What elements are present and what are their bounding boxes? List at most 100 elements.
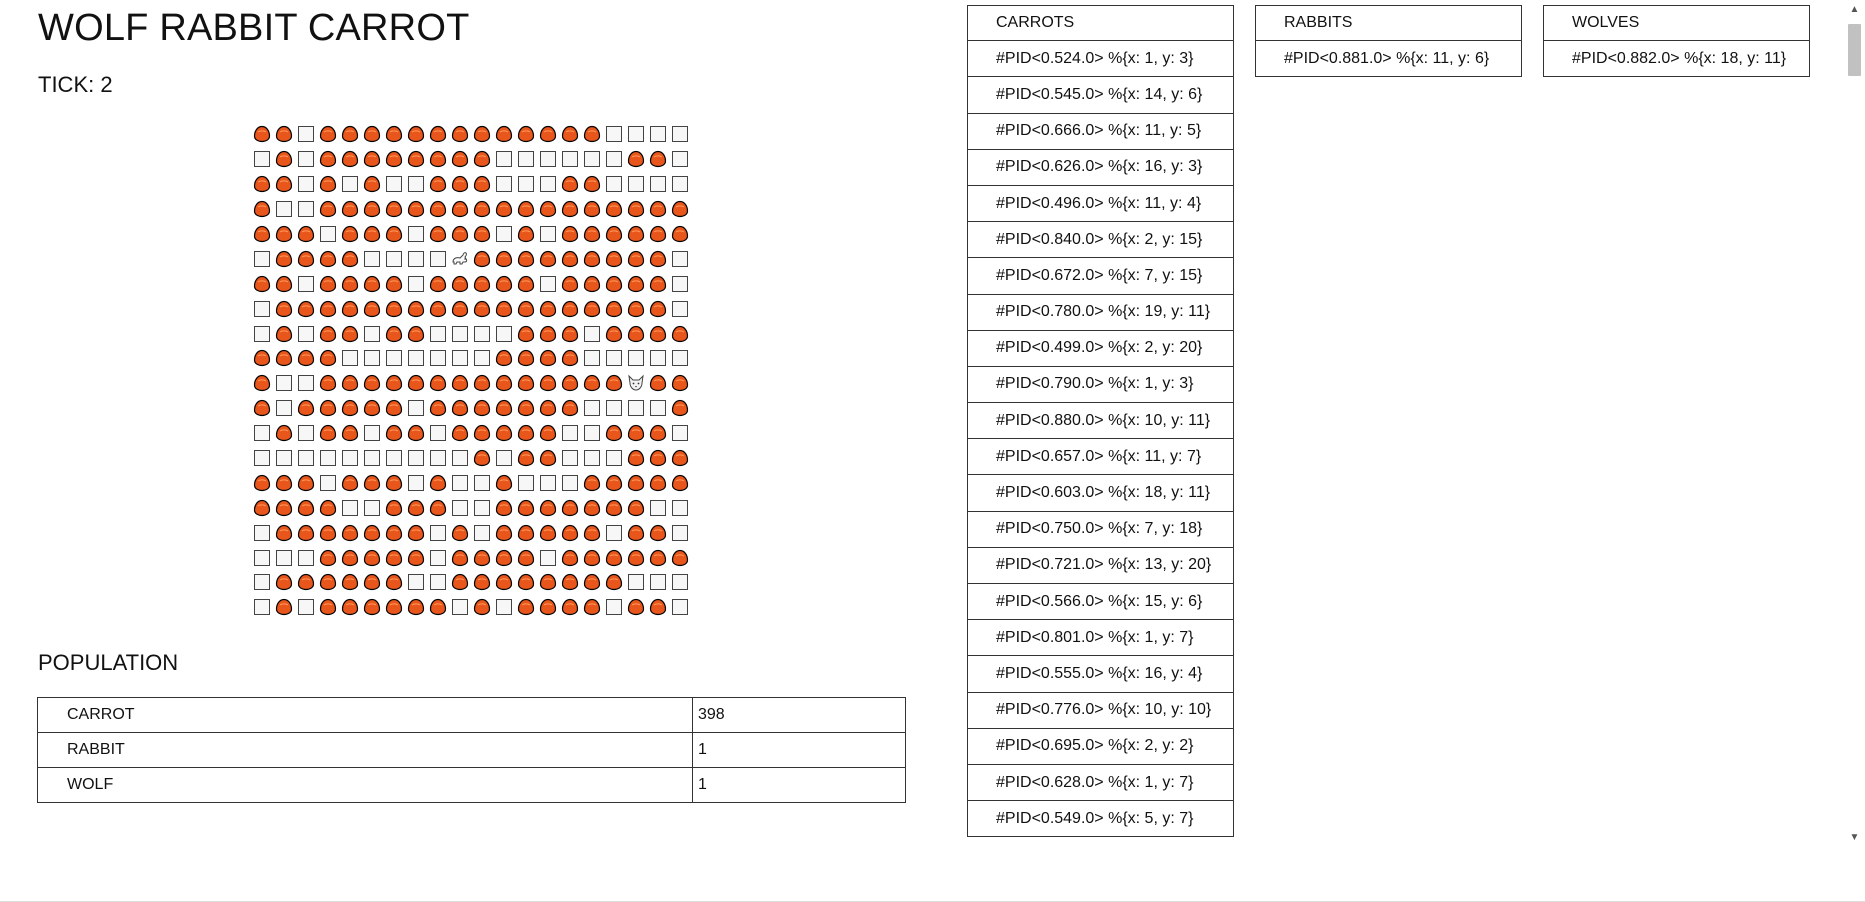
empty-cell-box <box>276 549 292 566</box>
empty-cell <box>427 545 449 570</box>
empty-cell-box <box>408 474 424 491</box>
carrot-icon <box>251 495 273 520</box>
population-name: RABBIT <box>37 732 693 768</box>
empty-cell <box>603 595 625 620</box>
empty-cell-box <box>650 499 666 516</box>
empty-cell-box <box>364 425 380 442</box>
carrot-icon <box>361 595 383 620</box>
carrot-icon <box>317 147 339 172</box>
carrot-icon <box>559 595 581 620</box>
empty-cell-box <box>584 350 600 367</box>
empty-cell-box <box>584 400 600 417</box>
carrot-icon <box>559 545 581 570</box>
carrot-icon <box>537 421 559 446</box>
empty-cell-box <box>650 176 666 193</box>
empty-cell-box <box>672 126 688 143</box>
empty-cell-box <box>672 425 688 442</box>
empty-cell <box>603 122 625 147</box>
list-item: #PID<0.882.0> %{x: 18, y: 11} <box>1543 41 1810 78</box>
list-item: #PID<0.549.0> %{x: 5, y: 7} <box>967 801 1234 838</box>
empty-cell-box <box>606 450 622 467</box>
empty-cell-box <box>254 574 270 591</box>
carrot-icon <box>295 296 317 321</box>
carrot-icon <box>339 470 361 495</box>
empty-cell-box <box>562 425 578 442</box>
carrot-icon <box>339 396 361 421</box>
empty-cell <box>669 271 691 296</box>
carrot-icon <box>559 122 581 147</box>
carrot-icon <box>317 371 339 396</box>
scroll-down-arrow-icon[interactable]: ▼ <box>1849 832 1860 843</box>
carrot-icon <box>427 470 449 495</box>
carrot-icon <box>471 222 493 247</box>
carrot-icon <box>273 172 295 197</box>
carrot-icon <box>559 222 581 247</box>
empty-cell <box>669 246 691 271</box>
carrot-icon <box>361 222 383 247</box>
empty-cell-box <box>298 201 314 218</box>
carrot-icon <box>317 396 339 421</box>
empty-cell <box>361 495 383 520</box>
rabbits-list: RABBITS #PID<0.881.0> %{x: 11, y: 6} <box>1255 5 1522 78</box>
empty-cell-box <box>540 549 556 566</box>
carrot-icon <box>427 595 449 620</box>
empty-cell <box>427 246 449 271</box>
scroll-up-arrow-icon[interactable]: ▲ <box>1849 4 1860 15</box>
carrot-icon <box>625 296 647 321</box>
empty-cell <box>559 470 581 495</box>
empty-cell <box>405 172 427 197</box>
carrot-icon <box>383 470 405 495</box>
population-row-carrot: CARROT 398 <box>37 697 906 733</box>
carrot-icon <box>493 346 515 371</box>
empty-cell <box>405 246 427 271</box>
carrot-icon <box>317 595 339 620</box>
carrot-icon <box>603 421 625 446</box>
empty-cell-box <box>496 151 512 168</box>
carrot-icon <box>339 570 361 595</box>
carrot-icon <box>603 321 625 346</box>
page-scrollbar[interactable]: ▲ ▼ <box>1844 0 1865 852</box>
carrot-icon <box>669 545 691 570</box>
empty-cell <box>625 346 647 371</box>
empty-cell <box>493 595 515 620</box>
carrot-icon <box>361 197 383 222</box>
empty-cell-box <box>496 325 512 342</box>
carrot-icon <box>449 371 471 396</box>
carrot-icon <box>427 371 449 396</box>
carrot-icon <box>317 520 339 545</box>
empty-cell <box>273 446 295 471</box>
list-item: #PID<0.840.0> %{x: 2, y: 15} <box>967 222 1234 259</box>
carrot-icon <box>383 545 405 570</box>
empty-cell <box>647 122 669 147</box>
carrot-icon <box>669 321 691 346</box>
empty-cell-box <box>342 176 358 193</box>
carrot-icon <box>515 246 537 271</box>
carrot-icon <box>537 595 559 620</box>
empty-cell-box <box>606 400 622 417</box>
carrot-icon <box>317 421 339 446</box>
empty-cell-box <box>298 450 314 467</box>
carrot-icon <box>625 545 647 570</box>
empty-cell <box>295 172 317 197</box>
carrot-icon <box>427 147 449 172</box>
scrollbar-thumb[interactable] <box>1848 24 1861 76</box>
carrot-icon <box>647 197 669 222</box>
carrot-icon <box>449 570 471 595</box>
carrot-icon <box>339 246 361 271</box>
carrot-icon <box>317 321 339 346</box>
empty-cell <box>537 172 559 197</box>
carrot-icon <box>493 246 515 271</box>
carrot-icon <box>471 122 493 147</box>
empty-cell <box>625 122 647 147</box>
rabbits-header: RABBITS <box>1255 5 1522 42</box>
carrot-icon <box>405 122 427 147</box>
carrot-icon <box>449 421 471 446</box>
empty-cell-box <box>650 350 666 367</box>
carrot-icon <box>405 296 427 321</box>
empty-cell-box <box>298 151 314 168</box>
list-item: #PID<0.666.0> %{x: 11, y: 5} <box>967 113 1234 150</box>
empty-cell-box <box>496 450 512 467</box>
empty-cell-box <box>342 499 358 516</box>
carrot-icon <box>383 421 405 446</box>
empty-cell <box>361 421 383 446</box>
